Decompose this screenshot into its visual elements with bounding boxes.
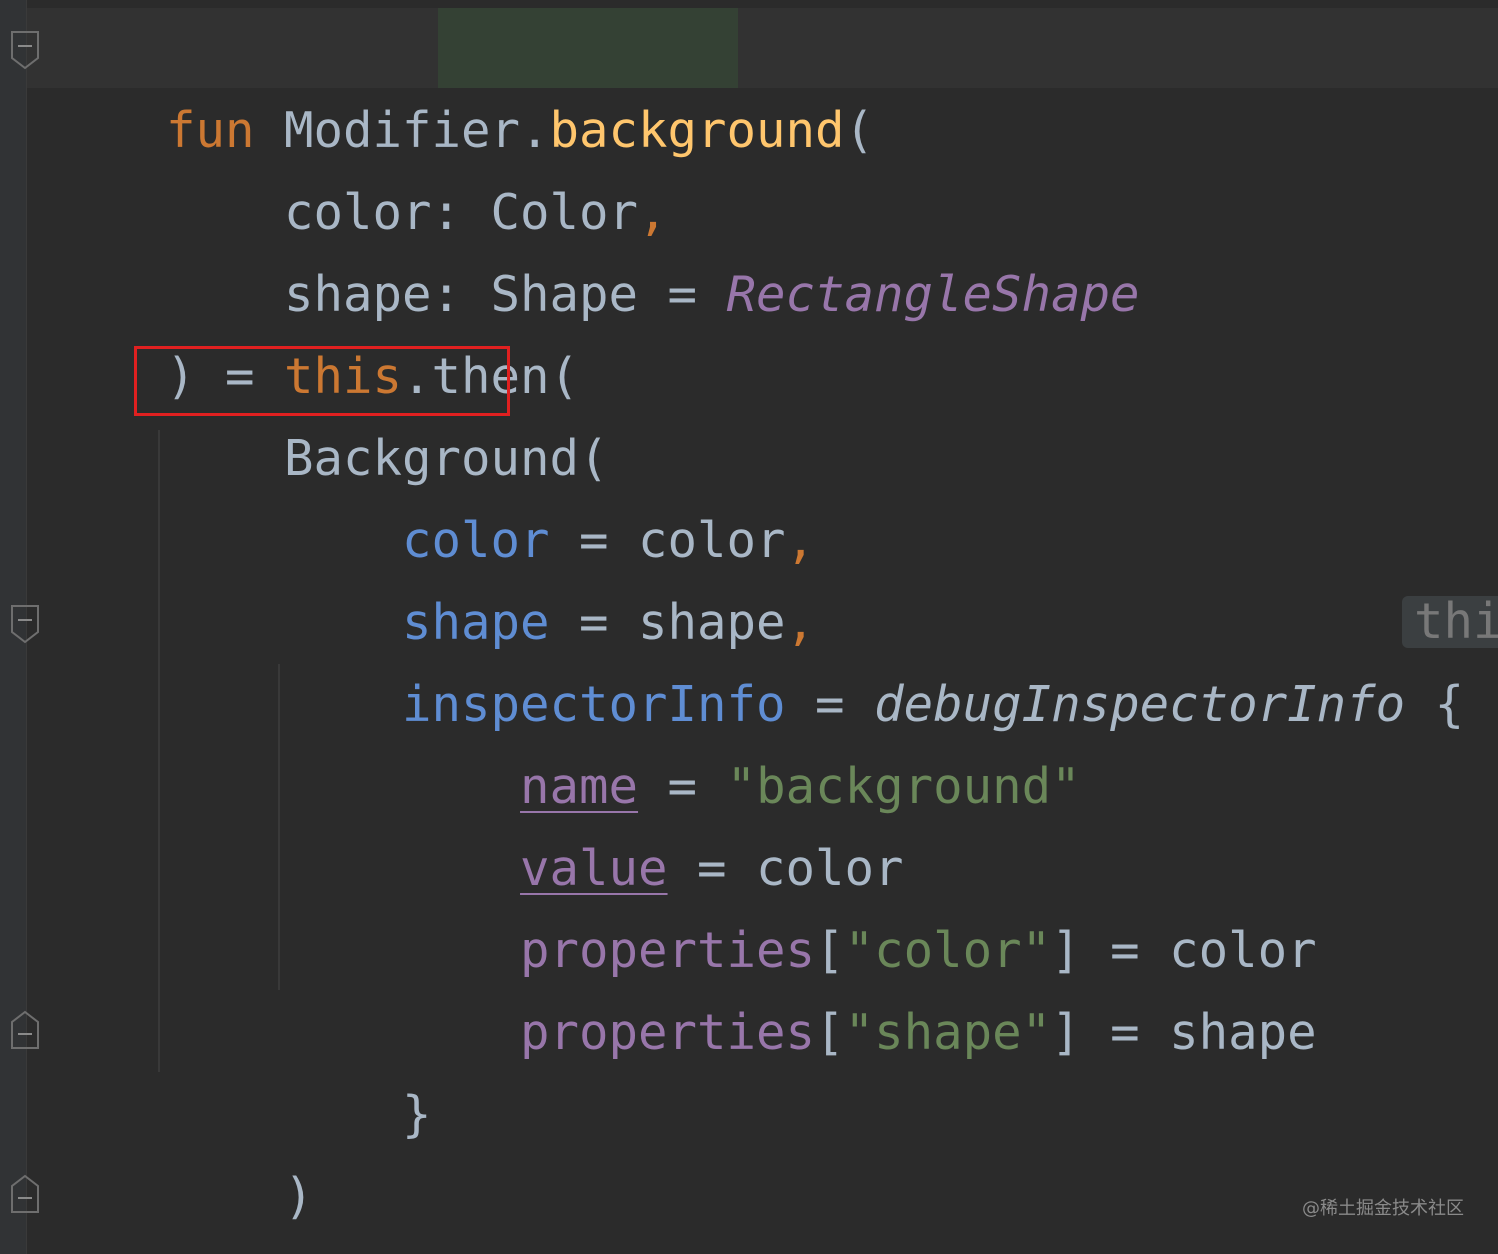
string-literal: "shape" bbox=[844, 1004, 1052, 1061]
close-brace: } bbox=[402, 1086, 432, 1143]
code-line-2: color: Color, bbox=[48, 90, 668, 241]
code-line-8: inspectorInfo = debugInspectorInfo { bbox=[48, 582, 1464, 733]
inlay-hint: thi bbox=[1402, 596, 1498, 648]
open-paren: ( bbox=[844, 102, 875, 159]
code-line-1: fun Modifier.background( bbox=[48, 8, 874, 159]
fold-collapse-icon[interactable] bbox=[10, 604, 40, 644]
open-brace: { bbox=[1405, 676, 1465, 733]
fold-collapse-icon[interactable] bbox=[10, 30, 40, 70]
code-editor[interactable]: fun Modifier.background( color: Color, s… bbox=[0, 0, 1498, 1254]
default-value: RectangleShape bbox=[726, 266, 1140, 323]
code-line-3: shape: Shape = RectangleShape bbox=[48, 172, 1140, 323]
code-line-9: name = "background" bbox=[48, 664, 1081, 815]
code-line-6: color = color, bbox=[48, 418, 815, 569]
code-line-7: shape = shape, bbox=[48, 500, 815, 651]
close-bracket-assign: ] = shape bbox=[1051, 1004, 1317, 1061]
code-line-14: ) bbox=[48, 1074, 314, 1225]
code-line-15: ) bbox=[48, 1156, 196, 1254]
code-line-4: ) = this.then( bbox=[48, 254, 579, 405]
close-paren: ) bbox=[166, 1250, 196, 1254]
watermark: @稀土掘金技术社区 bbox=[1302, 1198, 1464, 1219]
fold-end-icon[interactable] bbox=[10, 1174, 40, 1214]
annotation-highlight-box bbox=[134, 346, 510, 416]
code-line-10: value = color bbox=[48, 746, 904, 897]
property-properties: properties bbox=[520, 1004, 816, 1061]
fold-end-icon[interactable] bbox=[10, 1010, 40, 1050]
code-line-11: properties["color"] = color bbox=[48, 828, 1317, 979]
close-paren: ) bbox=[284, 1168, 314, 1225]
open-bracket: [ bbox=[815, 1004, 845, 1061]
code-line-12: properties["shape"] = shape bbox=[48, 910, 1317, 1061]
code-line-13: } bbox=[48, 992, 432, 1143]
